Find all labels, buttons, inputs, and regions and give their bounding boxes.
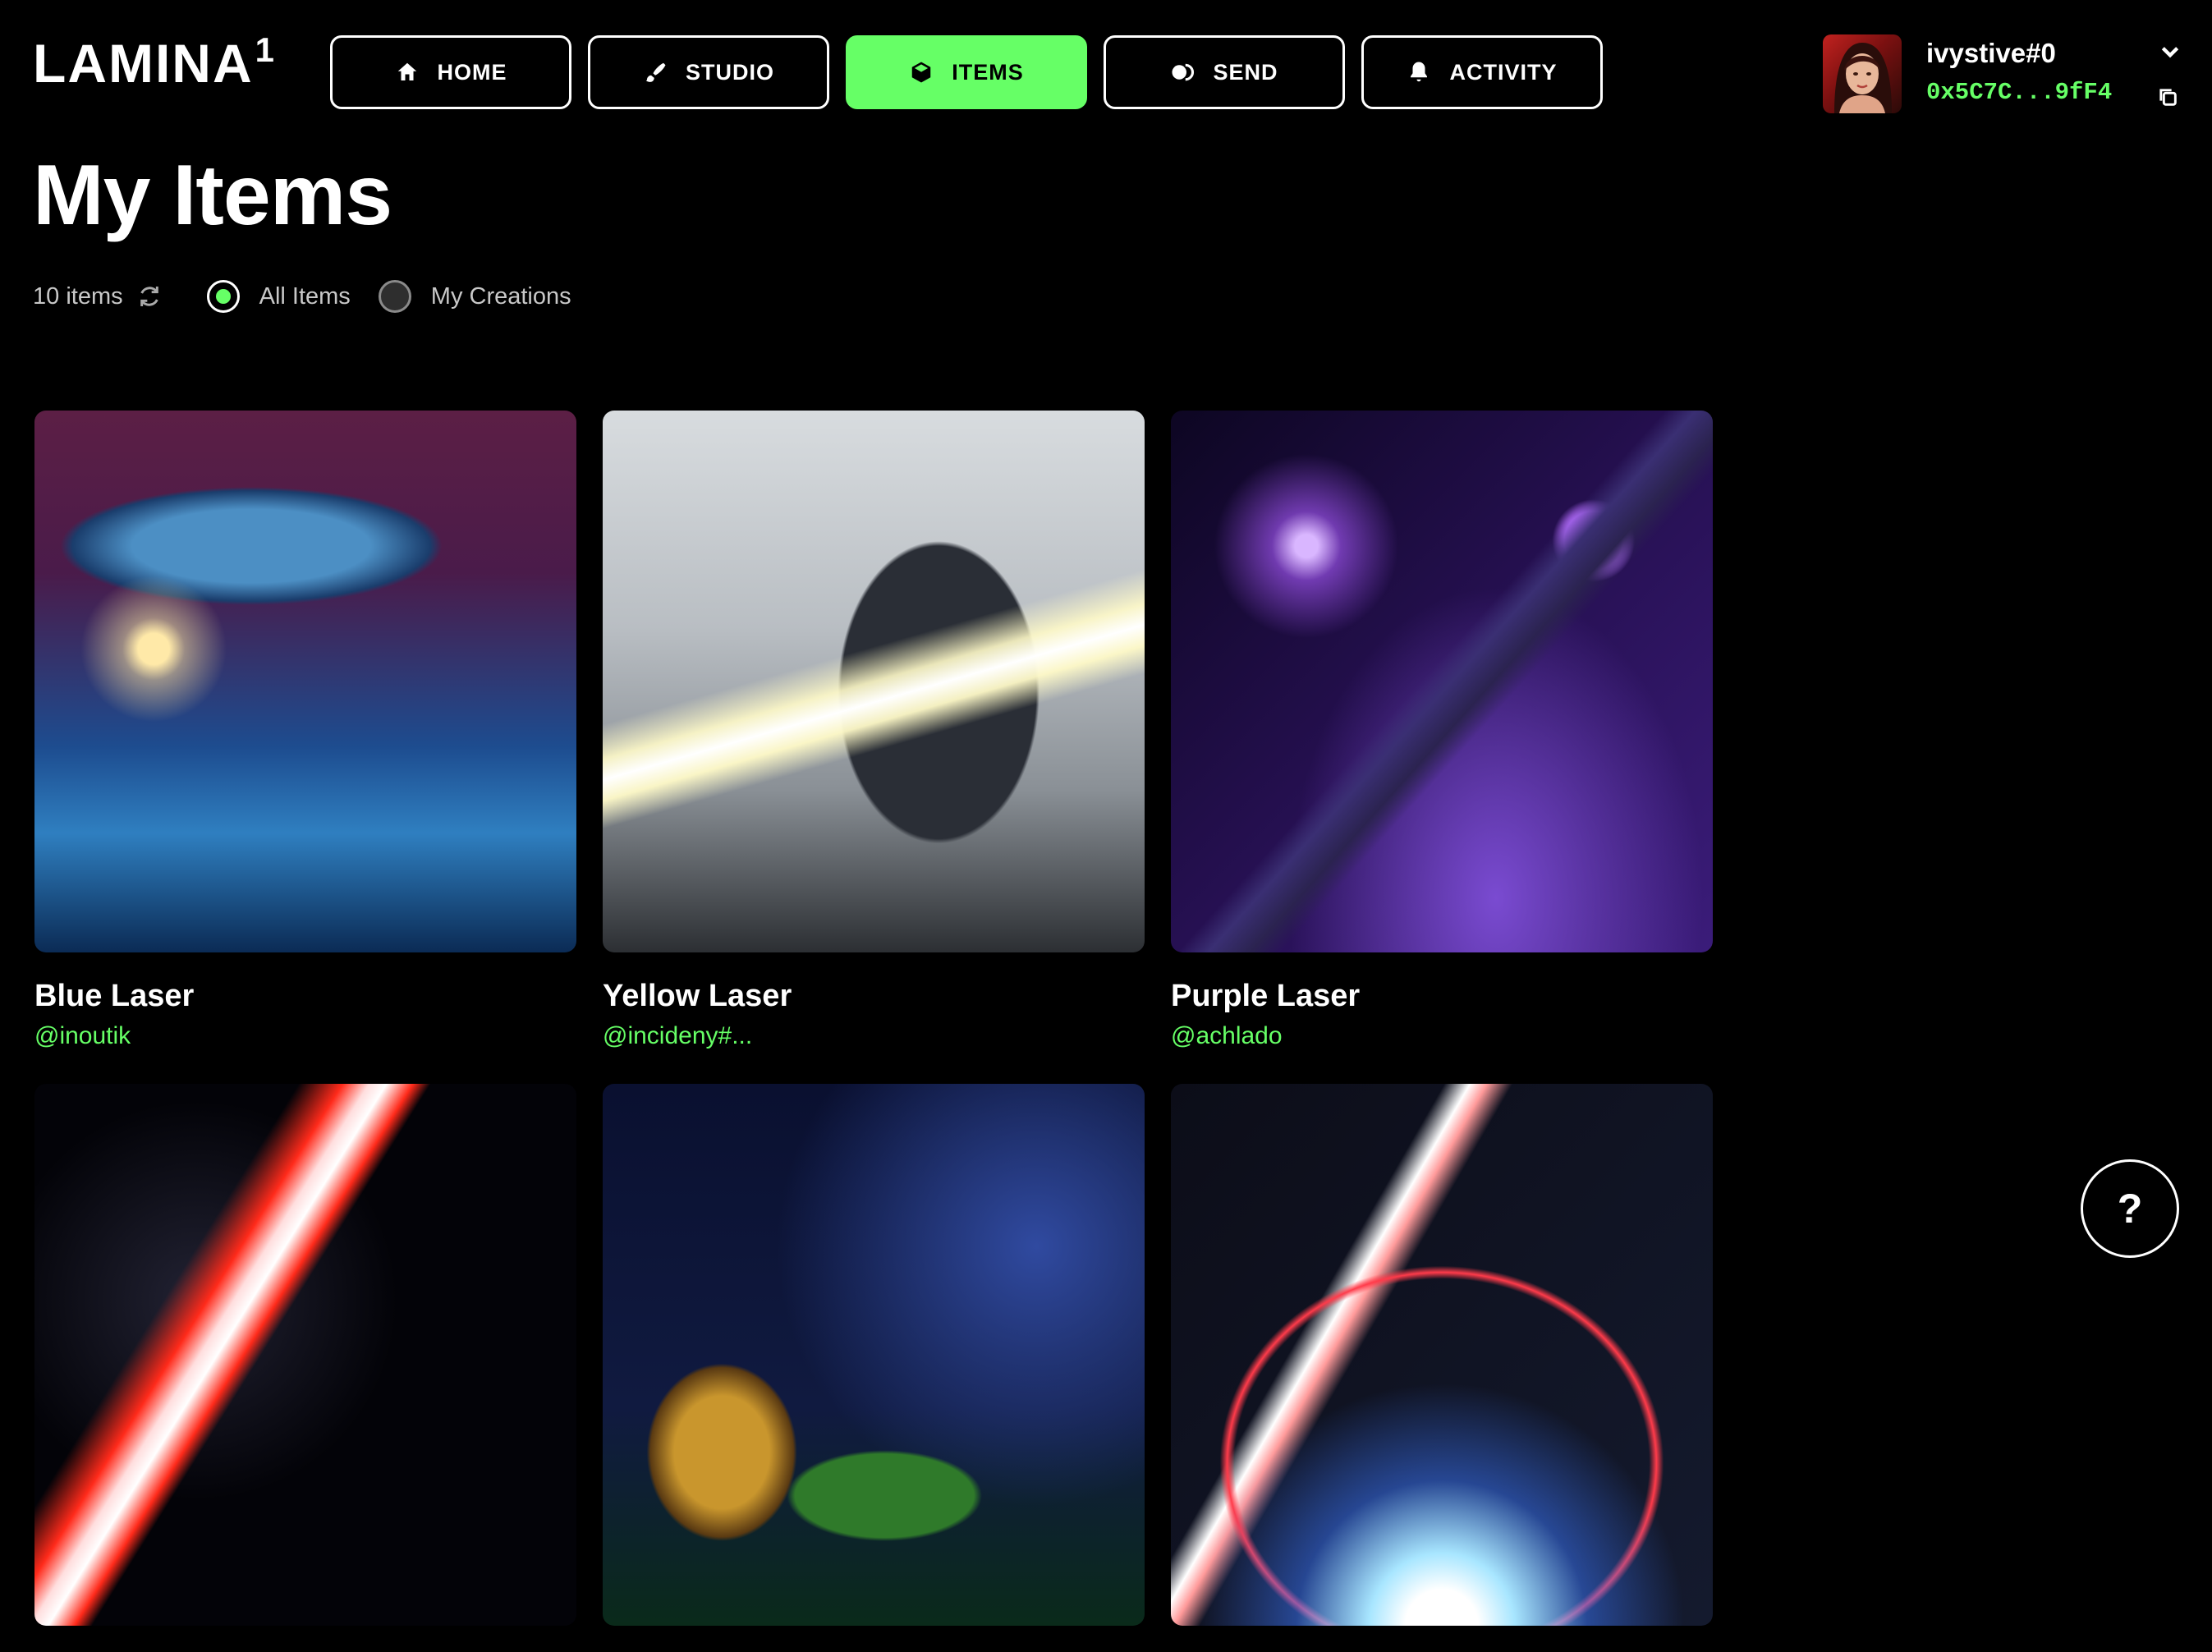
item-thumbnail[interactable] [1171,1084,1713,1626]
item-card[interactable] [34,1084,576,1652]
item-creator-link[interactable]: @incideny#... [603,1022,1145,1050]
nav-items-label: ITEMS [952,59,1024,85]
nav-activity-button[interactable]: ACTIVITY [1361,35,1603,109]
logo-mark: 1 [255,30,276,69]
nav-activity-label: ACTIVITY [1449,59,1558,85]
wallet-address: 0x5C7C...9fF4 [1926,79,2113,106]
lamina-logo[interactable]: LAMINA 1 [33,30,276,94]
account-username: ivystive#0 [1926,38,2056,68]
filter-my-creations[interactable]: My Creations [378,280,571,313]
cube-icon [911,62,931,83]
item-card[interactable] [603,1084,1145,1652]
item-creator-link[interactable]: @inoutik [34,1022,576,1050]
logo-wordmark: LAMINA [33,33,254,94]
item-card[interactable]: Purple Laser @achlado [1171,411,1713,1050]
filter-all-items-label: All Items [259,282,351,310]
item-thumbnail[interactable] [603,1084,1145,1626]
bell-icon [1411,62,1428,82]
refresh-icon[interactable] [136,283,163,310]
send-icon [1172,63,1195,81]
nav-home-label: HOME [437,59,507,85]
item-thumbnail[interactable] [34,1084,576,1626]
nav-send-button[interactable]: SEND [1104,35,1345,109]
nav-studio-label: STUDIO [685,59,774,85]
avatar-portrait [1834,43,1892,113]
filter-my-creations-label: My Creations [430,282,571,310]
main-nav: HOME STUDIO ITEMS SEND ACTIVITY [330,35,1603,109]
item-thumbnail[interactable] [603,411,1145,952]
item-thumbnail[interactable] [1171,411,1713,952]
radio-my-creations[interactable] [378,280,411,313]
radio-all-items[interactable] [206,280,240,313]
item-title: Yellow Laser [603,979,792,1013]
nav-home-button[interactable]: HOME [330,35,571,109]
item-card[interactable]: Yellow Laser @incideny#... [603,411,1145,1050]
item-thumbnail[interactable] [34,411,576,952]
item-card[interactable]: Blue Laser @inoutik [34,411,576,1050]
nav-send-label: SEND [1213,59,1278,85]
item-count: 10 items [33,282,123,310]
filter-all-items[interactable]: All Items [206,280,351,313]
item-card[interactable] [1171,1084,1713,1652]
copy-icon[interactable] [2156,85,2179,108]
home-icon [397,62,416,80]
chevron-down-icon[interactable] [2159,41,2181,62]
brush-icon [645,62,666,82]
avatar[interactable] [1823,34,1902,113]
nav-studio-button[interactable]: STUDIO [588,35,829,109]
page-title: My Items [33,148,392,243]
item-creator-link[interactable]: @achlado [1171,1022,1713,1050]
help-button[interactable]: ? [2081,1159,2179,1258]
nav-items-button[interactable]: ITEMS [846,35,1087,109]
item-title: Blue Laser [34,979,195,1013]
item-title: Purple Laser [1171,979,1361,1013]
account-menu[interactable]: ivystive#0 0x5C7C...9fF4 [1823,34,2184,117]
item-filters: 10 items All Items My Creations [33,278,571,315]
